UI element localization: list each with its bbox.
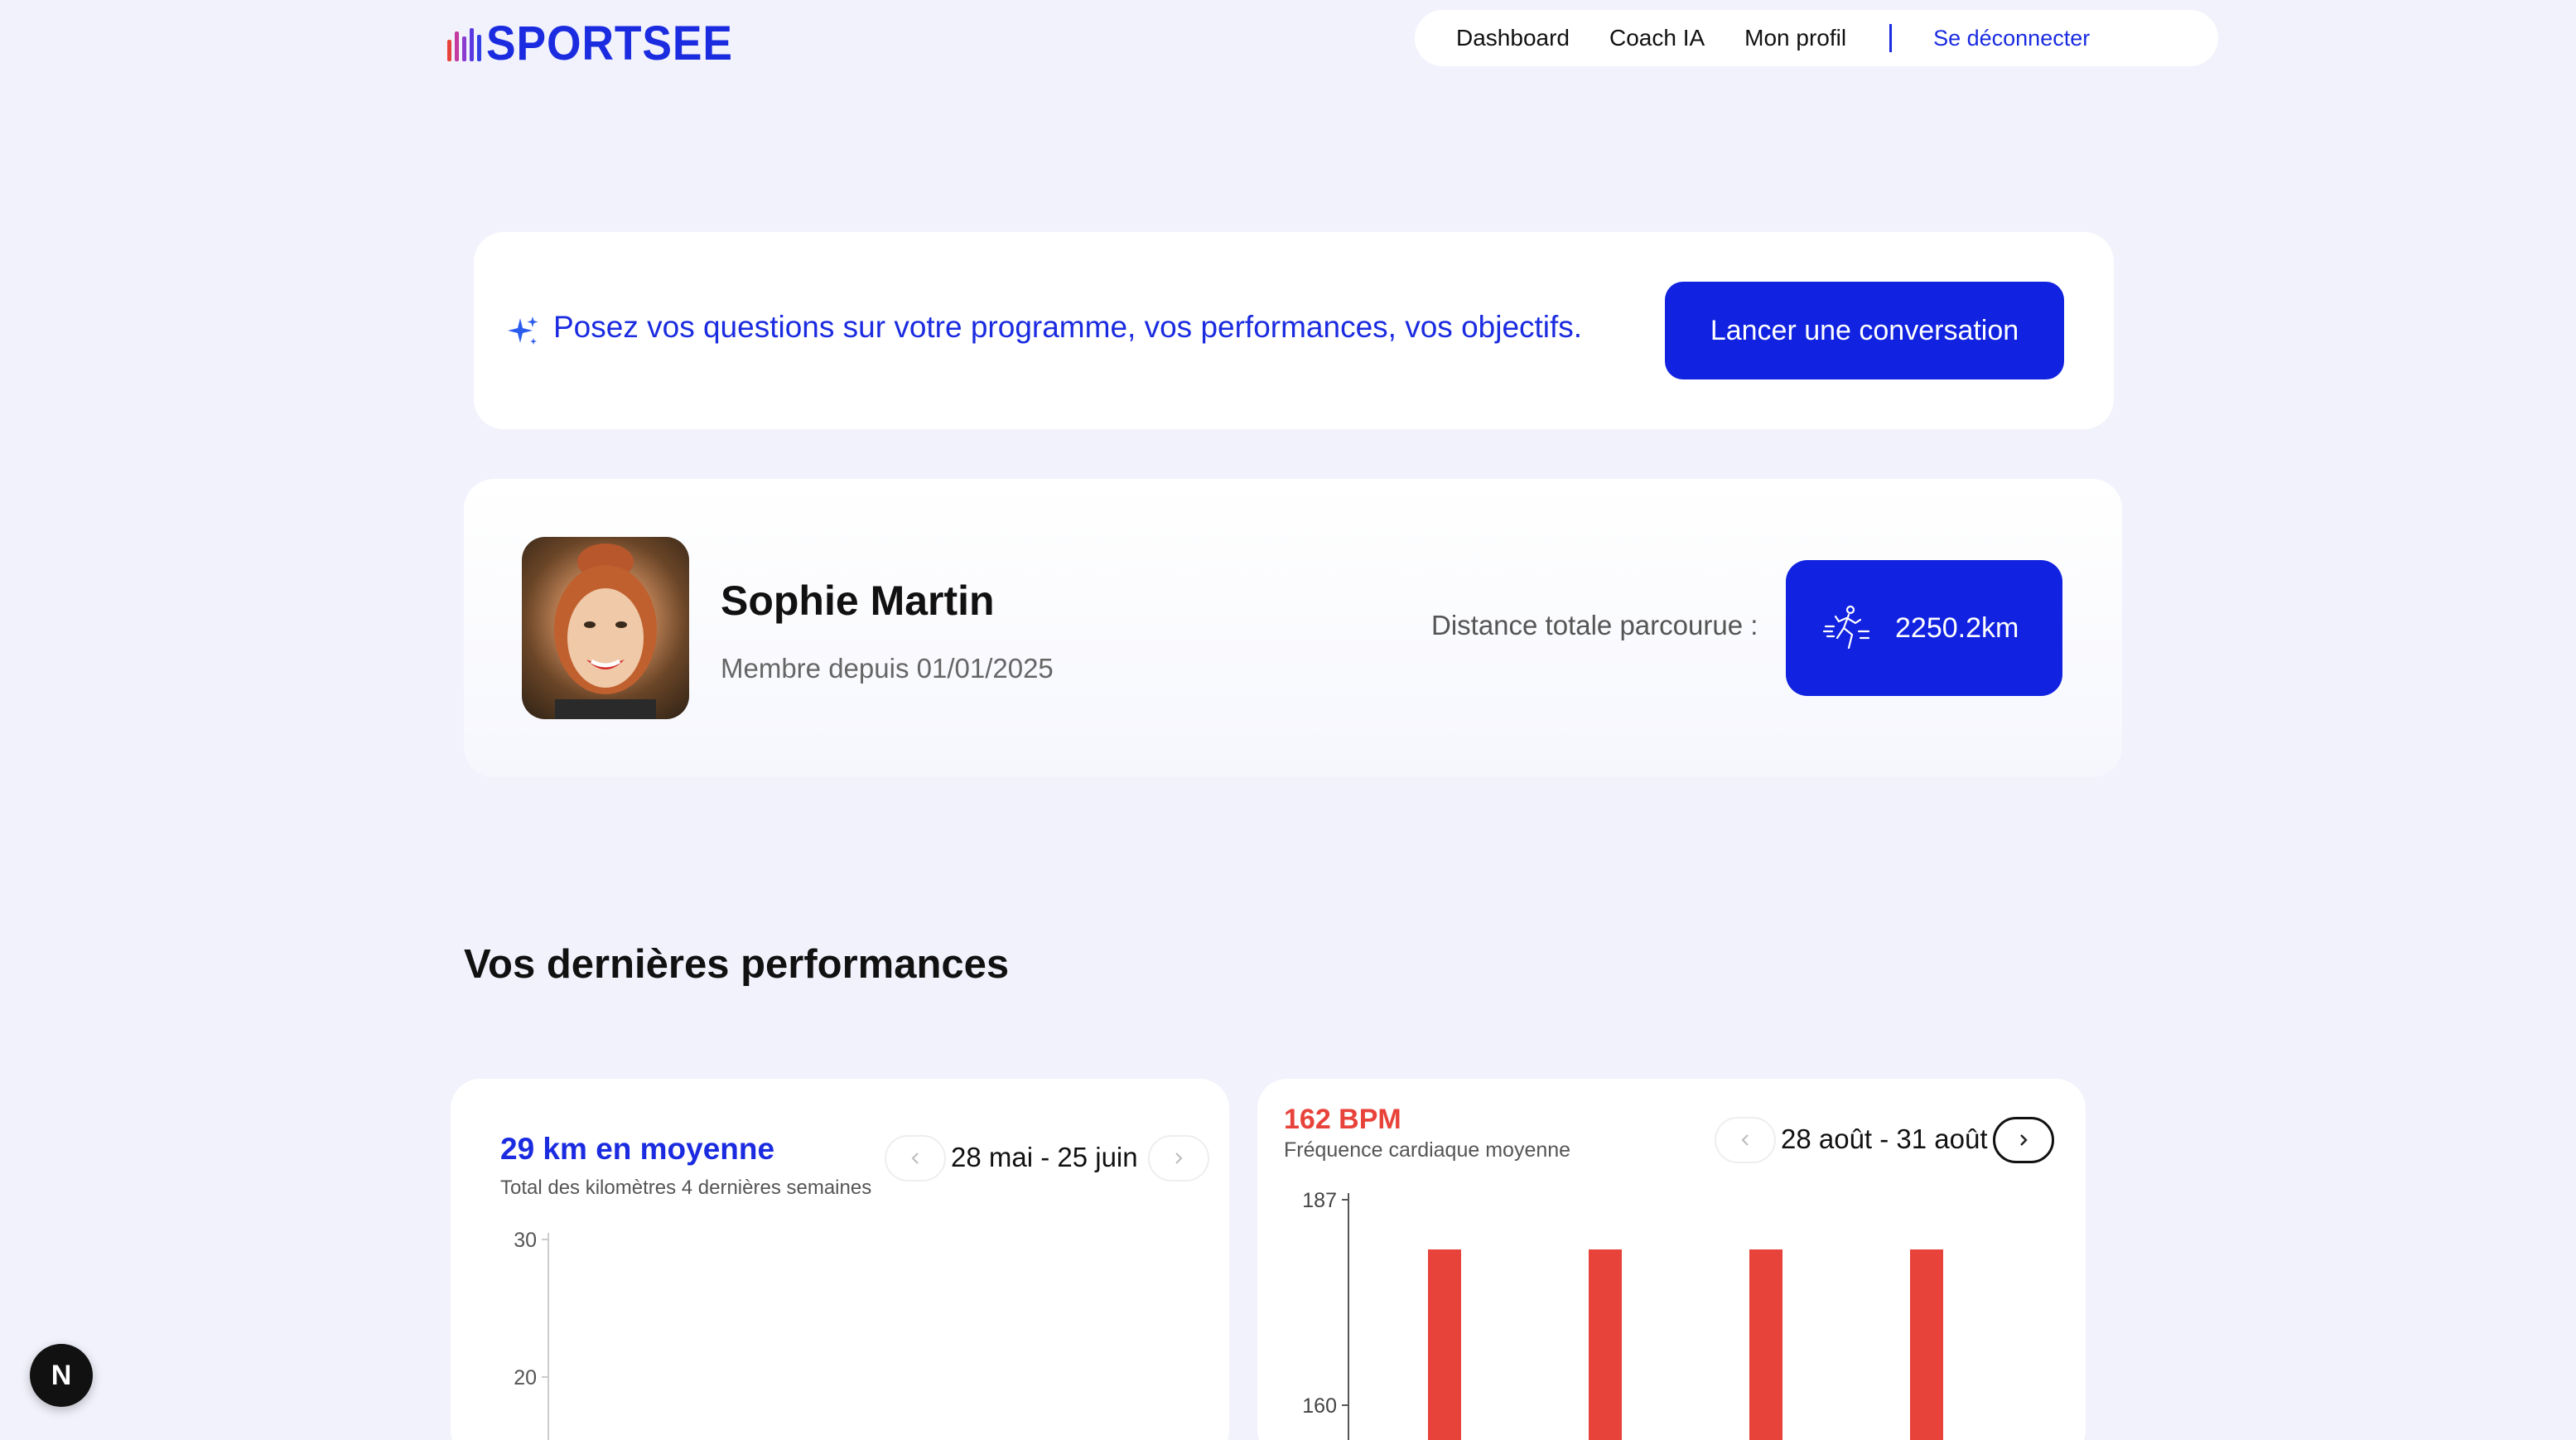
bpm-bar [1910, 1249, 1943, 1440]
running-icon [1822, 605, 1870, 650]
sportsee-logo[interactable]: SPORTSEE [447, 17, 755, 70]
logout-link[interactable]: Se déconnecter [1933, 26, 2090, 51]
nav-divider [1889, 24, 1893, 52]
brand-name: SPORTSEE [486, 16, 733, 70]
member-since: Membre depuis 01/01/2025 [721, 653, 1054, 684]
profile-card: Sophie Martin Membre depuis 01/01/2025 D… [464, 479, 2122, 777]
km-chart: 30 20 [514, 1229, 549, 1440]
logo-bars-icon [447, 25, 481, 61]
section-title: Vos dernières performances [464, 942, 1010, 987]
bpm-performance-card: 162 BPM Fréquence cardiaque moyenne 28 a… [1257, 1079, 2086, 1440]
devtools-badge[interactable]: N [30, 1344, 93, 1407]
top-navigation: Dashboard Coach IA Mon profil Se déconne… [1415, 10, 2218, 66]
bpm-bar [1428, 1249, 1461, 1440]
distance-value: 2250.2km [1895, 611, 2019, 644]
distance-label: Distance totale parcourue : [1431, 610, 1758, 640]
bpm-chart: 187 160 [1302, 1189, 1943, 1440]
start-conversation-button[interactable]: Lancer une conversation [1665, 282, 2064, 379]
bpm-bar [1589, 1249, 1622, 1440]
bpm-y-tick-label: 160 [1302, 1394, 1337, 1418]
km-y-tick-label: 30 [514, 1229, 537, 1252]
nav-mon-profil[interactable]: Mon profil [1744, 25, 1846, 51]
km-performance-card: 29 km en moyenne Total des kilomètres 4 … [451, 1079, 1229, 1440]
avatar [522, 537, 689, 719]
badge-letter: N [51, 1359, 72, 1391]
sparkle-icon [508, 317, 538, 345]
profile-name: Sophie Martin [721, 577, 995, 624]
chat-prompt-text: Posez vos questions sur votre programme,… [553, 310, 1583, 344]
nav-coach-ia[interactable]: Coach IA [1609, 25, 1705, 51]
km-y-tick-label: 20 [514, 1366, 537, 1389]
page: SPORTSEE Dashboard Coach IA Mon profil S… [0, 0, 2576, 1440]
bpm-bar [1749, 1249, 1782, 1440]
distance-badge: 2250.2km [1786, 560, 2062, 696]
coach-chat-banner: Posez vos questions sur votre programme,… [474, 232, 2114, 429]
bpm-y-tick-label: 187 [1302, 1189, 1337, 1212]
nav-dashboard[interactable]: Dashboard [1456, 25, 1570, 51]
